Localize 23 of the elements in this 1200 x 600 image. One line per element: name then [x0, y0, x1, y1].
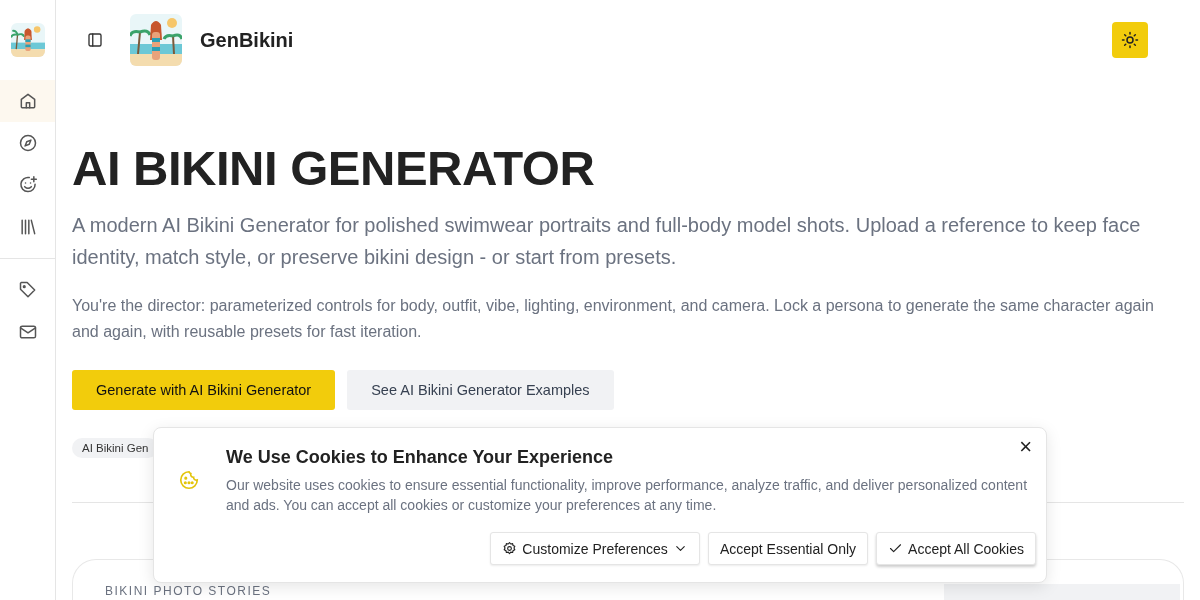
cookie-icon [178, 469, 200, 491]
cookie-text: Our website uses cookies to ensure essential functionality, improve performance, analyze traffic, and deliver personalized content and ads. You can accept all cookies or customize your preferences at any time. [226, 476, 1028, 515]
page-title: AI BIKINI GENERATOR [72, 140, 596, 197]
essential-button[interactable]: Accept Essential Only [707, 532, 869, 565]
customize-button[interactable]: Customize Preferences [490, 532, 700, 565]
nav-item[interactable] [0, 80, 55, 122]
cookie-title: We Use Cookies to Enhance Your Experience [226, 446, 614, 468]
generate-button[interactable]: Generate with AI Bikini Generator [72, 370, 336, 410]
tag-icon [17, 280, 38, 300]
compass-icon [17, 133, 38, 153]
subtitle: A modern AI Bikini Generator for polished swimwear portraits and full-body model shots. Upload a reference to keep face identity, match style, or preserve bikini design - or start from presets. [72, 213, 1142, 270]
close-button[interactable]: × [1015, 436, 1036, 458]
mail-icon [17, 322, 38, 342]
section-label: BIKINI PHOTO STORIES [105, 584, 272, 600]
description: You're the director: parameterized controls for body, outfit, vibe, lighting, environment, and camera. Lock a persona to generate the same character again and again, with reusable presets for fast iteration. [72, 296, 1155, 342]
brand-name: GenBikini [200, 28, 294, 52]
examples-button[interactable]: See AI Bikini Generator Examples [347, 370, 614, 410]
sun-icon [1121, 31, 1139, 49]
smile-icon [17, 175, 38, 195]
sidebar-icon [86, 31, 104, 49]
settings-icon [502, 541, 518, 556]
accept-button[interactable]: Accept All Cookies [876, 532, 1036, 565]
theme-toggle-button[interactable] [1112, 22, 1148, 58]
